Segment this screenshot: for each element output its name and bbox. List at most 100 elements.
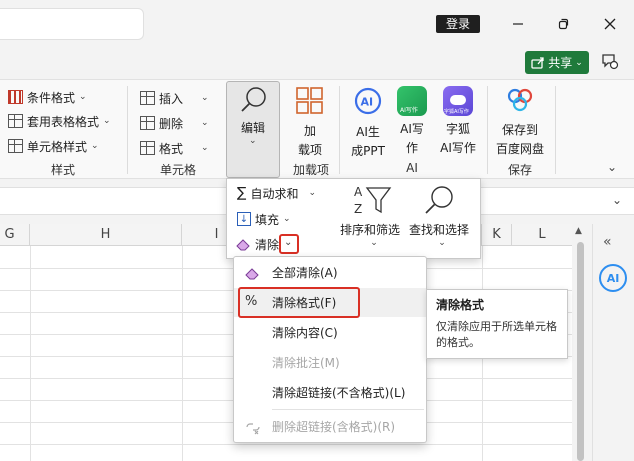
chevron-down-icon: ⌄ <box>79 92 87 102</box>
chevron-down-icon: ⌄ <box>91 141 99 151</box>
menu-item-label: 删除超链接(含格式)(R) <box>272 420 396 434</box>
scroll-up-icon[interactable]: ▲ <box>575 226 582 236</box>
close-icon <box>604 18 616 30</box>
addins-icon <box>296 87 323 114</box>
autosum-label: 自动求和 <box>250 186 299 201</box>
menu-item-clear-contents[interactable]: 清除内容(C) <box>234 318 426 347</box>
ai-ppt-label-line2: 成PPT <box>351 144 385 158</box>
ai-group-label: AI <box>406 161 418 175</box>
restore-button[interactable] <box>551 12 575 36</box>
menu-item-label: 全部清除(A) <box>272 266 338 280</box>
chevron-down-icon: ⌄ <box>438 238 446 248</box>
gridline <box>182 246 183 461</box>
fox-robot-icon: 字狐AI写作 <box>443 86 473 116</box>
collapse-left-icon[interactable]: « <box>603 234 612 250</box>
restore-icon <box>558 18 569 30</box>
addins-group-label: 加载项 <box>292 163 329 177</box>
column-header-l[interactable]: L <box>512 224 572 246</box>
zihu-label-line1: 字狐 <box>445 122 470 136</box>
chevron-down-icon: ⌄ <box>283 214 291 224</box>
ai-write-badge: AI写作 <box>400 107 418 114</box>
clear-submenu: 全部清除(A) % 清除格式(F) 清除内容(C) 清除批注(M) 清除超链接(… <box>233 256 427 443</box>
ribbon-collapse-chevron-icon[interactable]: ⌄ <box>607 160 617 174</box>
gridline <box>30 246 31 461</box>
addins-label-line2: 载项 <box>297 143 322 157</box>
fill-label: 填充 <box>255 212 280 227</box>
menu-item-label: 清除批注(M) <box>272 356 340 370</box>
ai-ppt-button[interactable]: AI AI生 成PPT <box>348 86 388 159</box>
zihu-ai-write-button[interactable]: 字狐AI写作 字狐 AI写作 <box>437 86 479 156</box>
find-select-button[interactable]: 查找和选择 ⌄ <box>409 184 475 248</box>
side-panel: « AI <box>592 224 634 461</box>
unlink-icon <box>246 423 260 435</box>
magnifier-icon <box>241 87 266 112</box>
share-icon <box>531 57 544 69</box>
minimize-button[interactable] <box>506 12 530 36</box>
menu-item-remove-hyperlinks: 删除超链接(含格式)(R) <box>234 412 426 441</box>
eraser-icon <box>236 239 250 251</box>
share-label: 共享 <box>548 56 573 70</box>
magnifier-icon <box>425 186 453 214</box>
format-as-table-button[interactable]: 套用表格格式 ⌄ <box>8 108 128 134</box>
conditional-format-label: 条件格式 <box>27 90 76 105</box>
edit-button[interactable]: 编辑 ⌄ <box>226 81 280 178</box>
format-button[interactable]: 格式 ⌄ <box>140 136 216 160</box>
scrollbar-thumb[interactable] <box>577 242 584 461</box>
table-format-icon <box>8 114 23 128</box>
ai-write-button[interactable]: AI写作 AI写 作 <box>394 86 430 156</box>
comment-icon[interactable] <box>600 52 622 74</box>
delete-button[interactable]: 删除 ⌄ <box>140 110 216 136</box>
minimize-icon <box>513 23 523 25</box>
conditional-format-button[interactable]: 条件格式 ⌄ <box>8 86 128 108</box>
ai-write-icon: AI写作 <box>397 86 427 116</box>
addins-button[interactable]: 加 载项 <box>292 86 328 158</box>
save-to-baidu-button[interactable]: 保存到 百度网盘 <box>492 86 548 157</box>
clear-button[interactable]: 清除 <box>235 234 279 254</box>
save-group-label: 保存 <box>507 163 532 177</box>
chevron-down-icon: ⌄ <box>308 188 316 198</box>
clear-chevron-highlight <box>279 234 299 254</box>
chevron-down-icon: ⌄ <box>103 116 111 126</box>
gridline <box>0 444 572 445</box>
ai-write-label-line1: AI写 <box>400 122 424 136</box>
svg-text:A: A <box>354 185 363 199</box>
delete-label: 删除 <box>159 116 184 131</box>
cells-group-label: 单元格 <box>159 163 196 177</box>
chevron-down-icon: ⌄ <box>201 93 209 103</box>
tooltip-body: 仅清除应用于所选单元格的格式。 <box>436 320 557 349</box>
delete-icon <box>140 116 155 130</box>
column-header-k[interactable]: K <box>482 224 512 246</box>
fill-button[interactable]: ↓ 填充 ⌄ <box>237 209 291 229</box>
tooltip-title: 清除格式 <box>436 298 485 312</box>
sort-filter-button[interactable]: A Z 排序和筛选 ⌄ <box>340 184 400 248</box>
svg-text:Z: Z <box>354 202 362 216</box>
column-header-g[interactable]: G <box>0 224 30 246</box>
close-button[interactable] <box>598 12 622 36</box>
autosum-button[interactable]: ∑ 自动求和 ⌄ <box>237 183 316 203</box>
formula-expand-chevron-icon[interactable]: ⌄ <box>612 193 622 207</box>
column-header-h[interactable]: H <box>30 224 182 246</box>
insert-label: 插入 <box>159 91 184 106</box>
save-label-line2: 百度网盘 <box>495 142 544 156</box>
zihu-badge: 字狐AI写作 <box>444 109 469 115</box>
ai-assistant-icon[interactable]: AI <box>599 264 627 292</box>
cell-styles-button[interactable]: 单元格样式 ⌄ <box>8 134 128 158</box>
edit-label: 编辑 <box>240 121 265 135</box>
divider <box>339 86 340 174</box>
share-button[interactable]: 共享 ⌄ <box>525 51 589 74</box>
login-button[interactable]: 登录 <box>436 15 480 33</box>
ai-write-label-line2: 作 <box>405 141 418 155</box>
ai-ppt-icon: AI <box>354 87 382 115</box>
search-box[interactable] <box>0 8 144 40</box>
menu-item-clear-hyperlinks[interactable]: 清除超链接(不含格式)(L) <box>234 378 426 407</box>
menu-item-clear-all[interactable]: 全部清除(A) <box>234 258 426 287</box>
divider <box>487 86 488 174</box>
ai-ppt-label-line1: AI生 <box>356 125 380 139</box>
divider <box>127 86 128 174</box>
vertical-scrollbar[interactable]: ▲ <box>572 224 592 461</box>
insert-button[interactable]: 插入 ⌄ <box>140 86 216 110</box>
clear-label: 清除 <box>255 237 280 252</box>
insert-icon <box>140 91 155 105</box>
cloud-icon <box>507 88 533 112</box>
clear-formats-highlight <box>238 287 360 318</box>
